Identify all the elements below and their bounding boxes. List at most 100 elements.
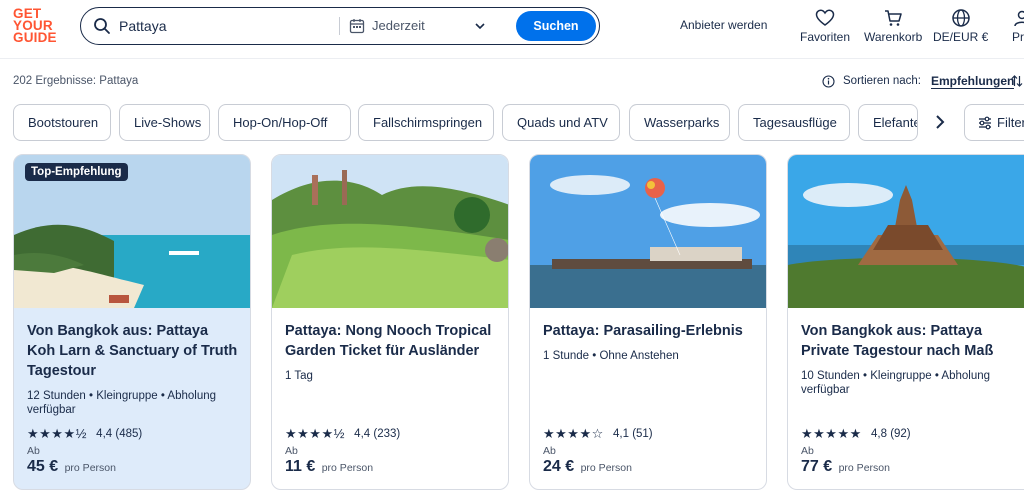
search-input[interactable] — [119, 17, 339, 35]
review-count: (485) — [115, 428, 143, 440]
activity-rating: ★★★★☆ 4,1 (51) — [543, 426, 653, 442]
chip-fallschirmspringen[interactable]: Fallschirmspringen — [358, 104, 494, 141]
category-chips: Bootstouren Live-Shows Hop-On/Hop-Off Fa… — [13, 104, 1024, 141]
rating-stars-icon: ★★★★½ — [285, 426, 345, 441]
rating-stars-icon: ★★★★★ — [801, 426, 862, 441]
nav-profile[interactable]: Pr — [1012, 8, 1024, 44]
activity-rating: ★★★★½ 4,4 (485) — [27, 426, 142, 442]
heart-icon — [738, 161, 767, 308]
results-count: 202 Ergebnisse: Pattaya — [13, 75, 139, 87]
price-per: pro Person — [64, 462, 116, 474]
activity-title[interactable]: Pattaya: Parasailing-Erlebnis — [543, 321, 755, 341]
filter-sliders-icon — [979, 116, 991, 130]
nav-language-currency[interactable]: DE/EUR € — [933, 8, 988, 44]
nav-favorites[interactable]: Favoriten — [800, 8, 850, 44]
heart-icon — [480, 161, 509, 308]
activity-rating: ★★★★★ 4,8 (92) — [801, 426, 911, 442]
sort-dropdown[interactable]: Empfehlungen — [931, 74, 1015, 89]
nav-favorites-label: Favoriten — [800, 30, 851, 44]
activity-card[interactable]: Pattaya: Parasailing-Erlebnis 1 Stunde •… — [529, 154, 767, 490]
price-per: pro Person — [321, 462, 374, 474]
nav-cart[interactable]: Warenkorb — [864, 8, 922, 44]
review-count: (233) — [373, 428, 401, 440]
price-value: 24 € — [543, 458, 575, 475]
nav-cart-label: Warenkorb — [864, 30, 923, 44]
activity-rating: ★★★★½ 4,4 (233) — [285, 426, 400, 442]
activity-meta: 1 Stunde • Ohne Anstehen — [543, 350, 679, 362]
activity-image-parasailing[interactable] — [530, 155, 766, 308]
top-recommendation-badge: Top-Empfehlung — [25, 163, 128, 181]
rating-value: 4,1 — [612, 428, 629, 440]
activity-image-sanctuary-of-truth[interactable] — [788, 155, 1024, 308]
nav-profile-label: Pr — [1012, 30, 1024, 44]
calendar-icon — [349, 19, 365, 34]
profile-icon — [1014, 10, 1024, 27]
wishlist-heart-button[interactable] — [738, 161, 762, 185]
chip-tagesausfluege[interactable]: Tagesausflüge — [738, 104, 850, 141]
header-divider — [0, 58, 1024, 59]
price-from-label: Ab — [543, 445, 556, 457]
activity-price: 24 € pro Person — [543, 458, 632, 476]
wishlist-heart-button[interactable] — [480, 161, 504, 185]
price-value: 45 € — [27, 458, 59, 475]
activity-title[interactable]: Pattaya: Nong Nooch Tropical Garden Tick… — [285, 321, 497, 361]
wishlist-heart-button[interactable] — [996, 161, 1020, 185]
price-from-label: Ab — [285, 445, 298, 457]
price-value: 77 € — [801, 458, 833, 475]
activity-meta: 1 Tag — [285, 370, 313, 382]
activity-image-nong-nooch[interactable] — [272, 155, 508, 308]
top-header: GET YOUR GUIDE Jederzeit Suchen Anbieter… — [0, 0, 1024, 58]
rating-stars-icon: ★★★★☆ — [543, 426, 604, 441]
search-bar: Jederzeit Suchen — [80, 7, 600, 45]
info-icon[interactable] — [822, 75, 835, 88]
search-icon — [94, 18, 110, 34]
review-count: (92) — [890, 428, 911, 440]
activity-image-koh-larn[interactable]: Top-Empfehlung — [14, 155, 250, 308]
wishlist-heart-button[interactable] — [222, 161, 246, 185]
heart-icon — [996, 161, 1024, 308]
review-count: (51) — [632, 428, 653, 440]
activity-card[interactable]: Top-Empfehlung Von Bangkok aus: Pattaya … — [13, 154, 251, 490]
search-button[interactable]: Suchen — [516, 11, 596, 41]
chip-elefanten[interactable]: Elefanten — [858, 104, 918, 141]
date-picker[interactable]: Jederzeit — [372, 18, 425, 33]
rating-value: 4,8 — [870, 428, 887, 440]
getyourguide-logo[interactable]: GET YOUR GUIDE — [13, 7, 63, 45]
search-divider — [339, 17, 340, 35]
chevron-right-icon — [936, 115, 945, 129]
activity-title[interactable]: Von Bangkok aus: Pattaya Private Tagesto… — [801, 321, 1013, 361]
chip-hop-on-hop-off[interactable]: Hop-On/Hop-Off — [218, 104, 351, 141]
activity-meta: 12 Stunden • Kleingruppe • Abholung verf… — [27, 390, 217, 416]
rating-stars-icon: ★★★★½ — [27, 426, 87, 441]
chip-live-shows[interactable]: Live-Shows — [119, 104, 210, 141]
price-value: 11 € — [285, 458, 316, 475]
activity-card[interactable]: Pattaya: Nong Nooch Tropical Garden Tick… — [271, 154, 509, 490]
heart-icon — [222, 161, 251, 308]
rating-value: 4,4 — [354, 428, 371, 440]
chip-wasserparks[interactable]: Wasserparks — [629, 104, 730, 141]
filter-label: Filter — [997, 115, 1024, 130]
rating-value: 4,4 — [96, 428, 113, 440]
activity-price: 45 € pro Person — [27, 458, 116, 476]
sort-arrows-icon[interactable] — [1010, 74, 1024, 88]
activity-title[interactable]: Von Bangkok aus: Pattaya Koh Larn & Sanc… — [27, 321, 239, 381]
chip-bootstouren[interactable]: Bootstouren — [13, 104, 111, 141]
filter-button[interactable]: Filter — [964, 104, 1024, 141]
become-supplier-link[interactable]: Anbieter werden — [680, 18, 767, 32]
price-from-label: Ab — [27, 445, 40, 457]
heart-icon — [815, 9, 835, 26]
chip-quads-atv[interactable]: Quads und ATV — [502, 104, 620, 141]
activity-card[interactable]: Von Bangkok aus: Pattaya Private Tagesto… — [787, 154, 1024, 490]
globe-icon — [951, 9, 970, 27]
price-per: pro Person — [580, 462, 632, 474]
price-per: pro Person — [838, 462, 890, 474]
activity-price: 77 € pro Person — [801, 458, 890, 476]
price-from-label: Ab — [801, 445, 814, 457]
cart-icon — [885, 10, 902, 26]
chips-next-button[interactable] — [928, 110, 952, 134]
activity-price: 11 € pro Person — [285, 458, 373, 476]
sort-label: Sortieren nach: — [843, 75, 921, 87]
activity-meta: 10 Stunden • Kleingruppe • Abholung verf… — [801, 370, 991, 396]
nav-language-label: DE/EUR € — [933, 30, 989, 44]
chevron-down-icon[interactable] — [474, 20, 486, 32]
